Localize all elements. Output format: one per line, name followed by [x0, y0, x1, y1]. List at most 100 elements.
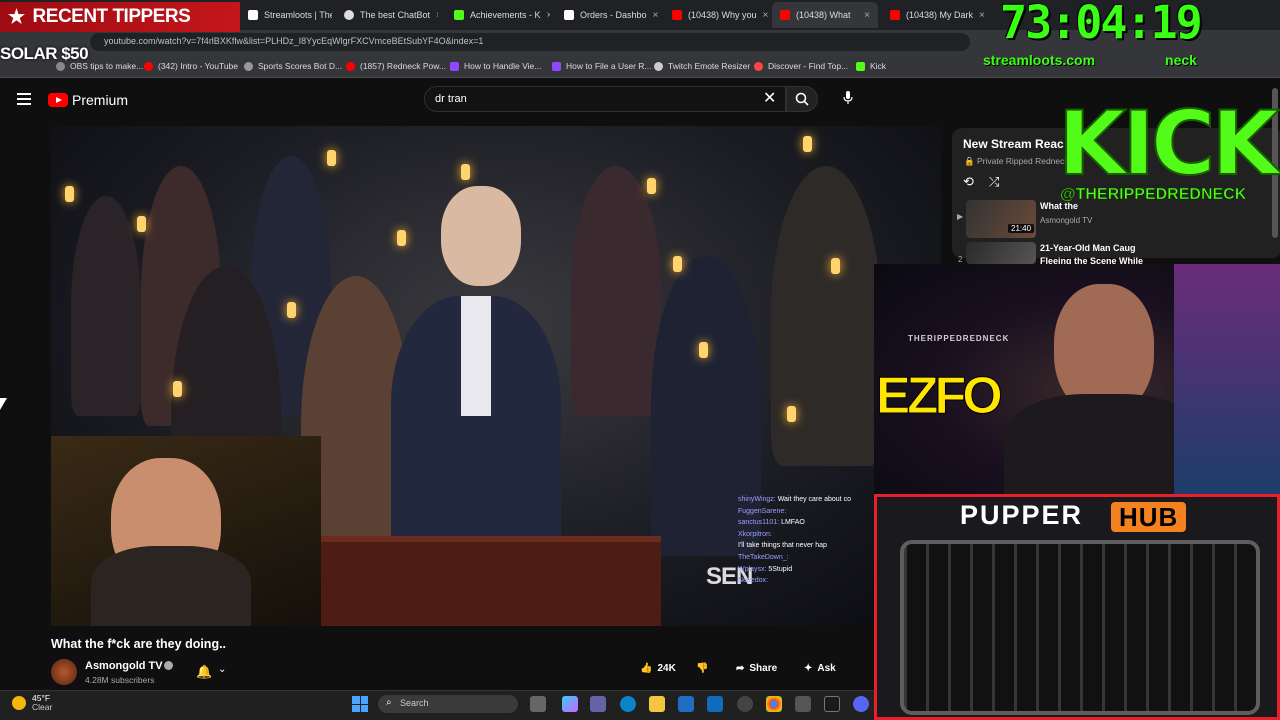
bookmark-item[interactable]: (342) Intro - YouTube [144, 61, 238, 71]
bookmark-item[interactable]: How to Handle Vie... [450, 61, 541, 71]
bookmark-item[interactable]: Kick [856, 61, 886, 71]
taskbar-search-input[interactable]: Search [378, 695, 518, 713]
microphone-icon[interactable] [838, 88, 858, 108]
search-button[interactable] [786, 86, 818, 112]
streamloots-link: streamloots.com neck [983, 52, 1197, 68]
streamloots-icon [248, 10, 258, 20]
close-icon[interactable]: × [653, 10, 659, 21]
kick-icon [454, 10, 464, 20]
youtube-icon [672, 10, 682, 20]
orders-icon [564, 10, 574, 20]
search-input[interactable]: dr tran [424, 86, 786, 112]
close-icon[interactable]: × [864, 10, 870, 21]
share-icon: ➦ [736, 663, 745, 674]
playlist-title[interactable]: New Stream Reac [963, 137, 1064, 151]
outlook-icon[interactable] [707, 696, 723, 712]
terminal-icon[interactable] [824, 696, 840, 712]
channel-name[interactable]: Asmongold TV [85, 660, 163, 672]
youtube-icon [144, 61, 153, 71]
app-icon[interactable] [795, 696, 811, 712]
tab-youtube-what[interactable]: (10438) What × [772, 2, 878, 28]
clear-search-icon[interactable]: ✕ [763, 88, 776, 108]
shuffle-icon[interactable]: ⤮ [989, 174, 999, 190]
youtube-icon [346, 61, 355, 71]
hamburger-menu-icon[interactable] [17, 93, 31, 105]
close-icon[interactable]: × [979, 10, 985, 21]
recent-tippers-banner: ★ RECENT TIPPERS [0, 2, 240, 32]
chat-line: shinyWingz: Wait they care about co [738, 496, 851, 503]
verified-icon [164, 661, 173, 670]
video-title: What the f*ck are they doing.. [51, 637, 227, 651]
bookmark-item[interactable]: Twitch Emote Resizer [654, 61, 750, 71]
search-icon: ⌕ [386, 697, 392, 708]
discord-icon[interactable] [853, 696, 869, 712]
now-playing-icon: ▶ [957, 212, 964, 221]
thumbs-up-icon: 👍 [640, 663, 653, 674]
kick-handle: @THERIPPEDREDNECK [1060, 186, 1247, 204]
ask-button[interactable]: ✦ Ask [804, 663, 836, 674]
chat-line: Wplaysx: 5Stupid [738, 565, 793, 573]
like-button[interactable]: 👍 24K [640, 663, 676, 674]
close-icon[interactable]: × [436, 10, 438, 21]
discover-icon [754, 61, 763, 71]
teams-icon[interactable] [590, 696, 606, 712]
share-button[interactable]: ➦ Share [736, 663, 777, 674]
obs-icon[interactable] [737, 696, 753, 712]
tab-youtube-why[interactable]: (10438) Why you × [664, 2, 768, 28]
youtube-premium-logo[interactable]: Premium [48, 92, 128, 108]
chrome-icon[interactable] [766, 696, 782, 712]
copilot-icon[interactable] [562, 696, 578, 712]
chat-line: sanctus1101: LMFAO [738, 519, 805, 527]
search-icon [795, 92, 809, 106]
mouse-cursor-icon [0, 398, 7, 410]
dislike-button[interactable]: 👎 [696, 663, 708, 674]
edge-icon[interactable] [620, 696, 636, 712]
tab-achievements[interactable]: Achievements - K × [446, 2, 550, 28]
hub-badge: HUB [1111, 502, 1187, 532]
banner-text: THERIPPEDREDNECK [908, 334, 1010, 343]
playlist-thumbnail[interactable] [966, 242, 1036, 264]
bell-icon[interactable]: 🔔 [196, 664, 212, 680]
podium [321, 536, 661, 626]
lock-icon: 🔒 [964, 156, 975, 166]
task-view-icon[interactable] [530, 696, 546, 712]
playlist-item-channel: Asmongold TV [1040, 216, 1093, 225]
tab-youtube-dark[interactable]: (10438) My Dark × [882, 2, 992, 28]
close-icon[interactable]: × [547, 10, 550, 21]
video-chat-overlay: shinyWingz: Wait they care about co Fugg… [738, 494, 878, 587]
bookmark-item[interactable]: How to File a User R... [552, 61, 652, 71]
youtube-icon [890, 10, 900, 20]
store-icon[interactable] [678, 696, 694, 712]
speaker-figure [391, 186, 561, 566]
youtube-icon [780, 10, 790, 20]
playlist-item-title[interactable]: 21-Year-Old Man Caug [1040, 243, 1136, 253]
playlist-item-number: 2 [958, 255, 963, 264]
chat-line: TheTakeDown_: [738, 553, 789, 561]
subathon-timer: 73:04:19 [1000, 0, 1203, 49]
bookmark-item[interactable]: Sports Scores Bot D... [244, 61, 342, 71]
bookmark-item[interactable]: Discover - Find Top... [754, 61, 848, 71]
chat-line: FuggenSarene: [738, 507, 787, 515]
dog-crate [900, 540, 1260, 715]
streamer-inset-video [51, 436, 321, 626]
loop-icon[interactable]: ⟲ [963, 174, 974, 190]
tab-chatbot[interactable]: The best ChatBot× [336, 2, 438, 28]
twitch-icon [450, 61, 459, 71]
bookmark-item[interactable]: (1857) Redneck Pow... [346, 61, 446, 71]
chat-line: I'll take things that never hap [738, 542, 827, 550]
close-icon[interactable]: × [763, 10, 768, 21]
windows-start-icon[interactable] [352, 696, 368, 712]
sparkle-icon: ✦ [804, 663, 813, 674]
youtube-play-icon [48, 93, 68, 107]
tab-orders[interactable]: Orders - Dashbo × [556, 2, 660, 28]
pupper-label: PUPPER [960, 500, 1084, 530]
weather-widget[interactable]: 45°F Clear [12, 694, 52, 712]
subscriber-count: 4.28M subscribers [85, 675, 155, 685]
avatar[interactable] [51, 659, 77, 685]
chevron-down-icon[interactable]: ⌄ [218, 664, 226, 675]
thumbs-down-icon: 👎 [696, 663, 709, 674]
file-explorer-icon[interactable] [649, 696, 665, 712]
tab-streamloots[interactable]: Streamloots | The× [240, 2, 332, 28]
url-field[interactable]: youtube.com/watch?v=7f4rlBXKflw&list=PLH… [90, 33, 970, 51]
globe-icon [654, 61, 663, 71]
